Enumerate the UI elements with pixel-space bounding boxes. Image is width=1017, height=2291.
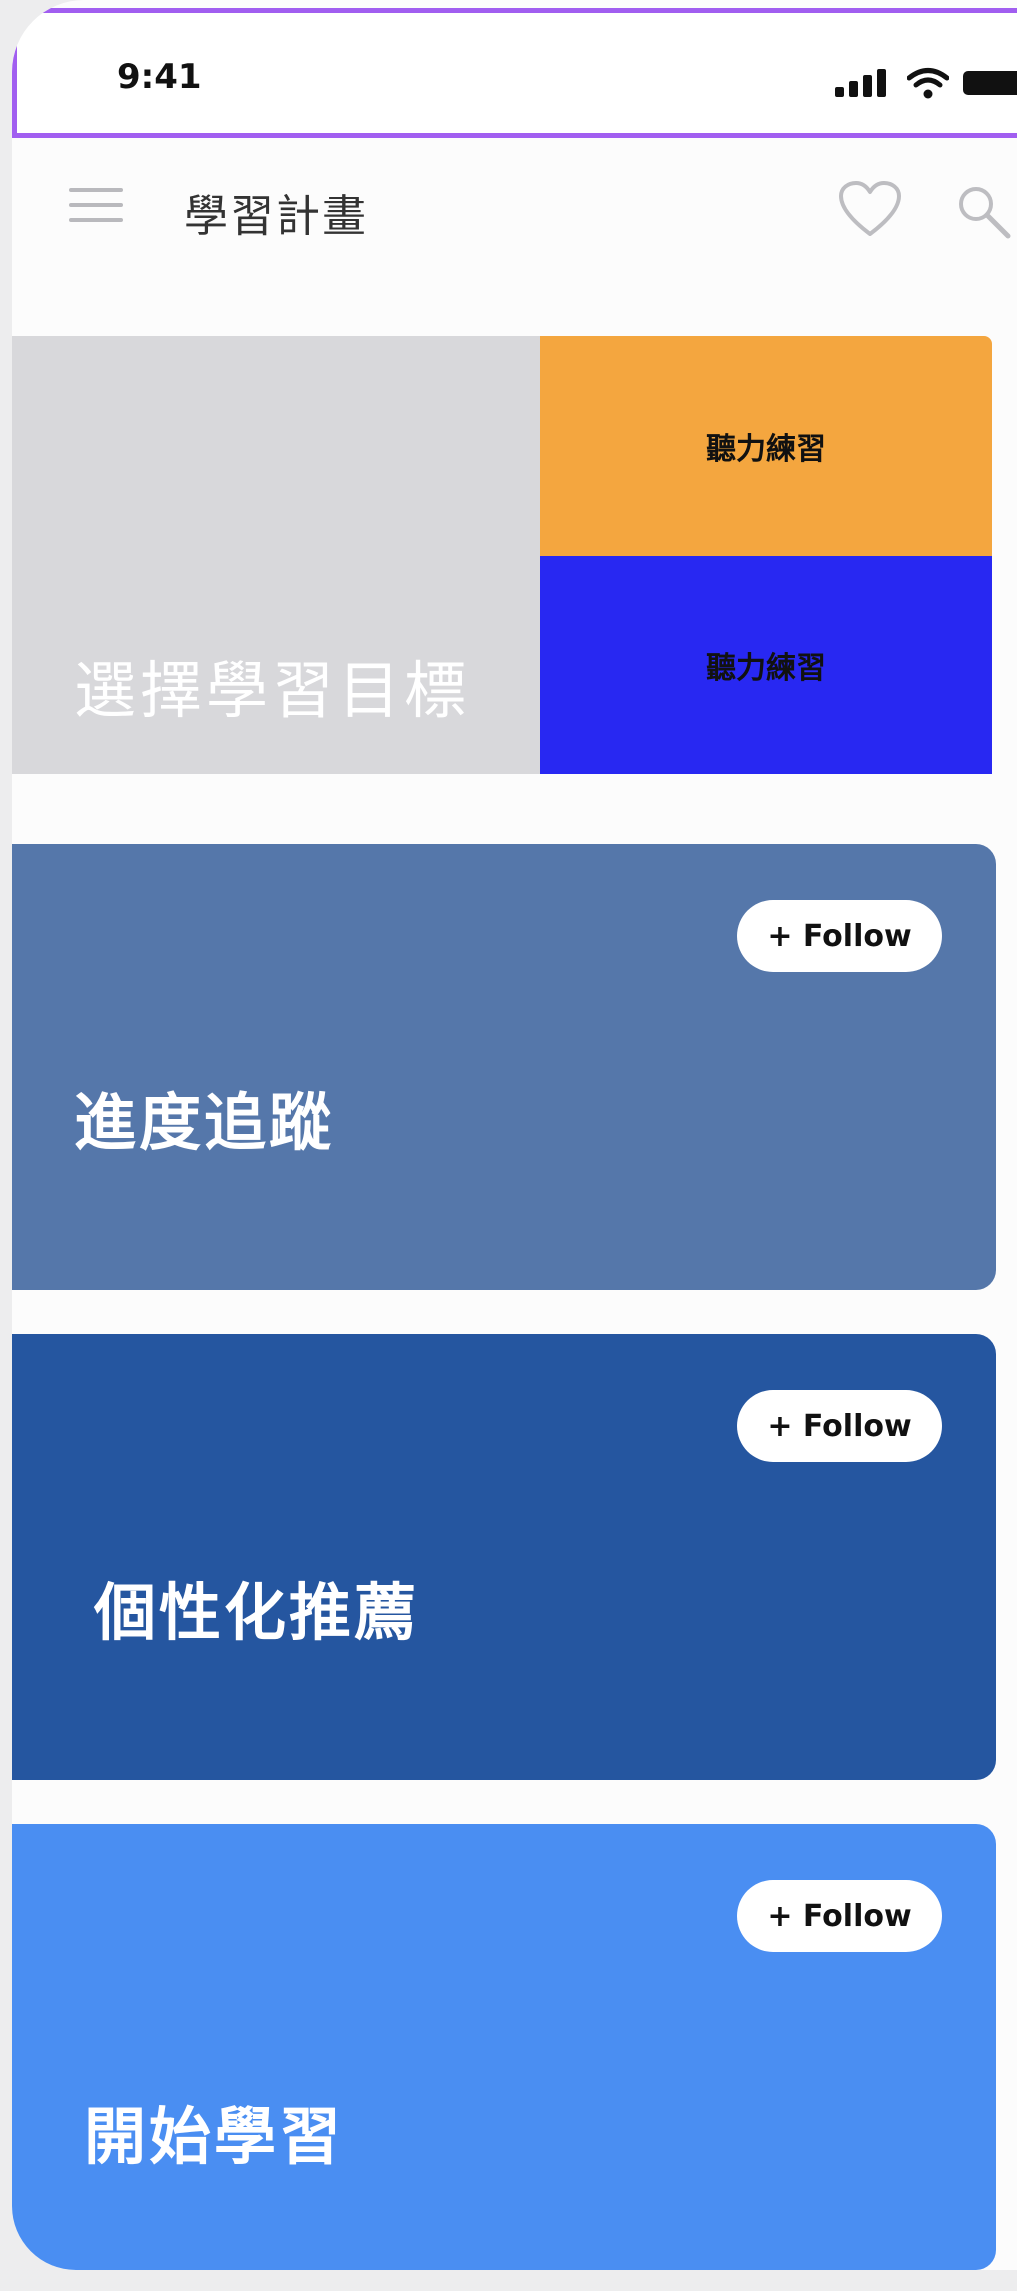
page-title: 學習計畫 [184, 191, 368, 242]
follow-button[interactable]: + Follow [737, 900, 942, 972]
card-title: 開始學習 [84, 2100, 345, 2173]
start-learning-card[interactable]: + Follow 開始學習 [12, 1824, 996, 2270]
select-goal-title: 選擇學習目標 [74, 654, 471, 727]
wifi-icon [907, 68, 949, 99]
status-time: 9:41 [117, 57, 202, 97]
learning-goal-banner: 選擇學習目標 聽力練習 聽力練習 [12, 336, 992, 774]
tile-label: 聽力練習 [706, 432, 826, 467]
select-goal-card[interactable]: 選擇學習目標 [12, 336, 540, 774]
nav-bar: 學習計畫 [12, 150, 1017, 260]
follow-button[interactable]: + Follow [737, 1390, 942, 1462]
tile-label: 聽力練習 [706, 651, 826, 686]
listening-practice-tile[interactable]: 聽力練習 [540, 336, 992, 556]
search-icon[interactable] [952, 180, 1012, 240]
battery-icon [963, 71, 1017, 95]
follow-button[interactable]: + Follow [737, 1880, 942, 1952]
card-title: 個性化推薦 [94, 1576, 420, 1649]
status-bar: 9:41 [12, 8, 1017, 138]
card-title: 進度追蹤 [74, 1086, 335, 1159]
heart-icon[interactable] [838, 180, 902, 238]
phone-screen: 9:41 學習計畫 選擇學習目標 聽力練習 聽力練習 + Follow 進度追蹤… [12, 0, 1017, 2270]
status-icons [835, 67, 1017, 99]
menu-icon[interactable] [69, 188, 123, 222]
signal-icon [835, 67, 887, 97]
personalized-recommendation-card[interactable]: + Follow 個性化推薦 [12, 1334, 996, 1780]
progress-tracking-card[interactable]: + Follow 進度追蹤 [12, 844, 996, 1290]
listening-practice-tile[interactable]: 聽力練習 [540, 556, 992, 774]
